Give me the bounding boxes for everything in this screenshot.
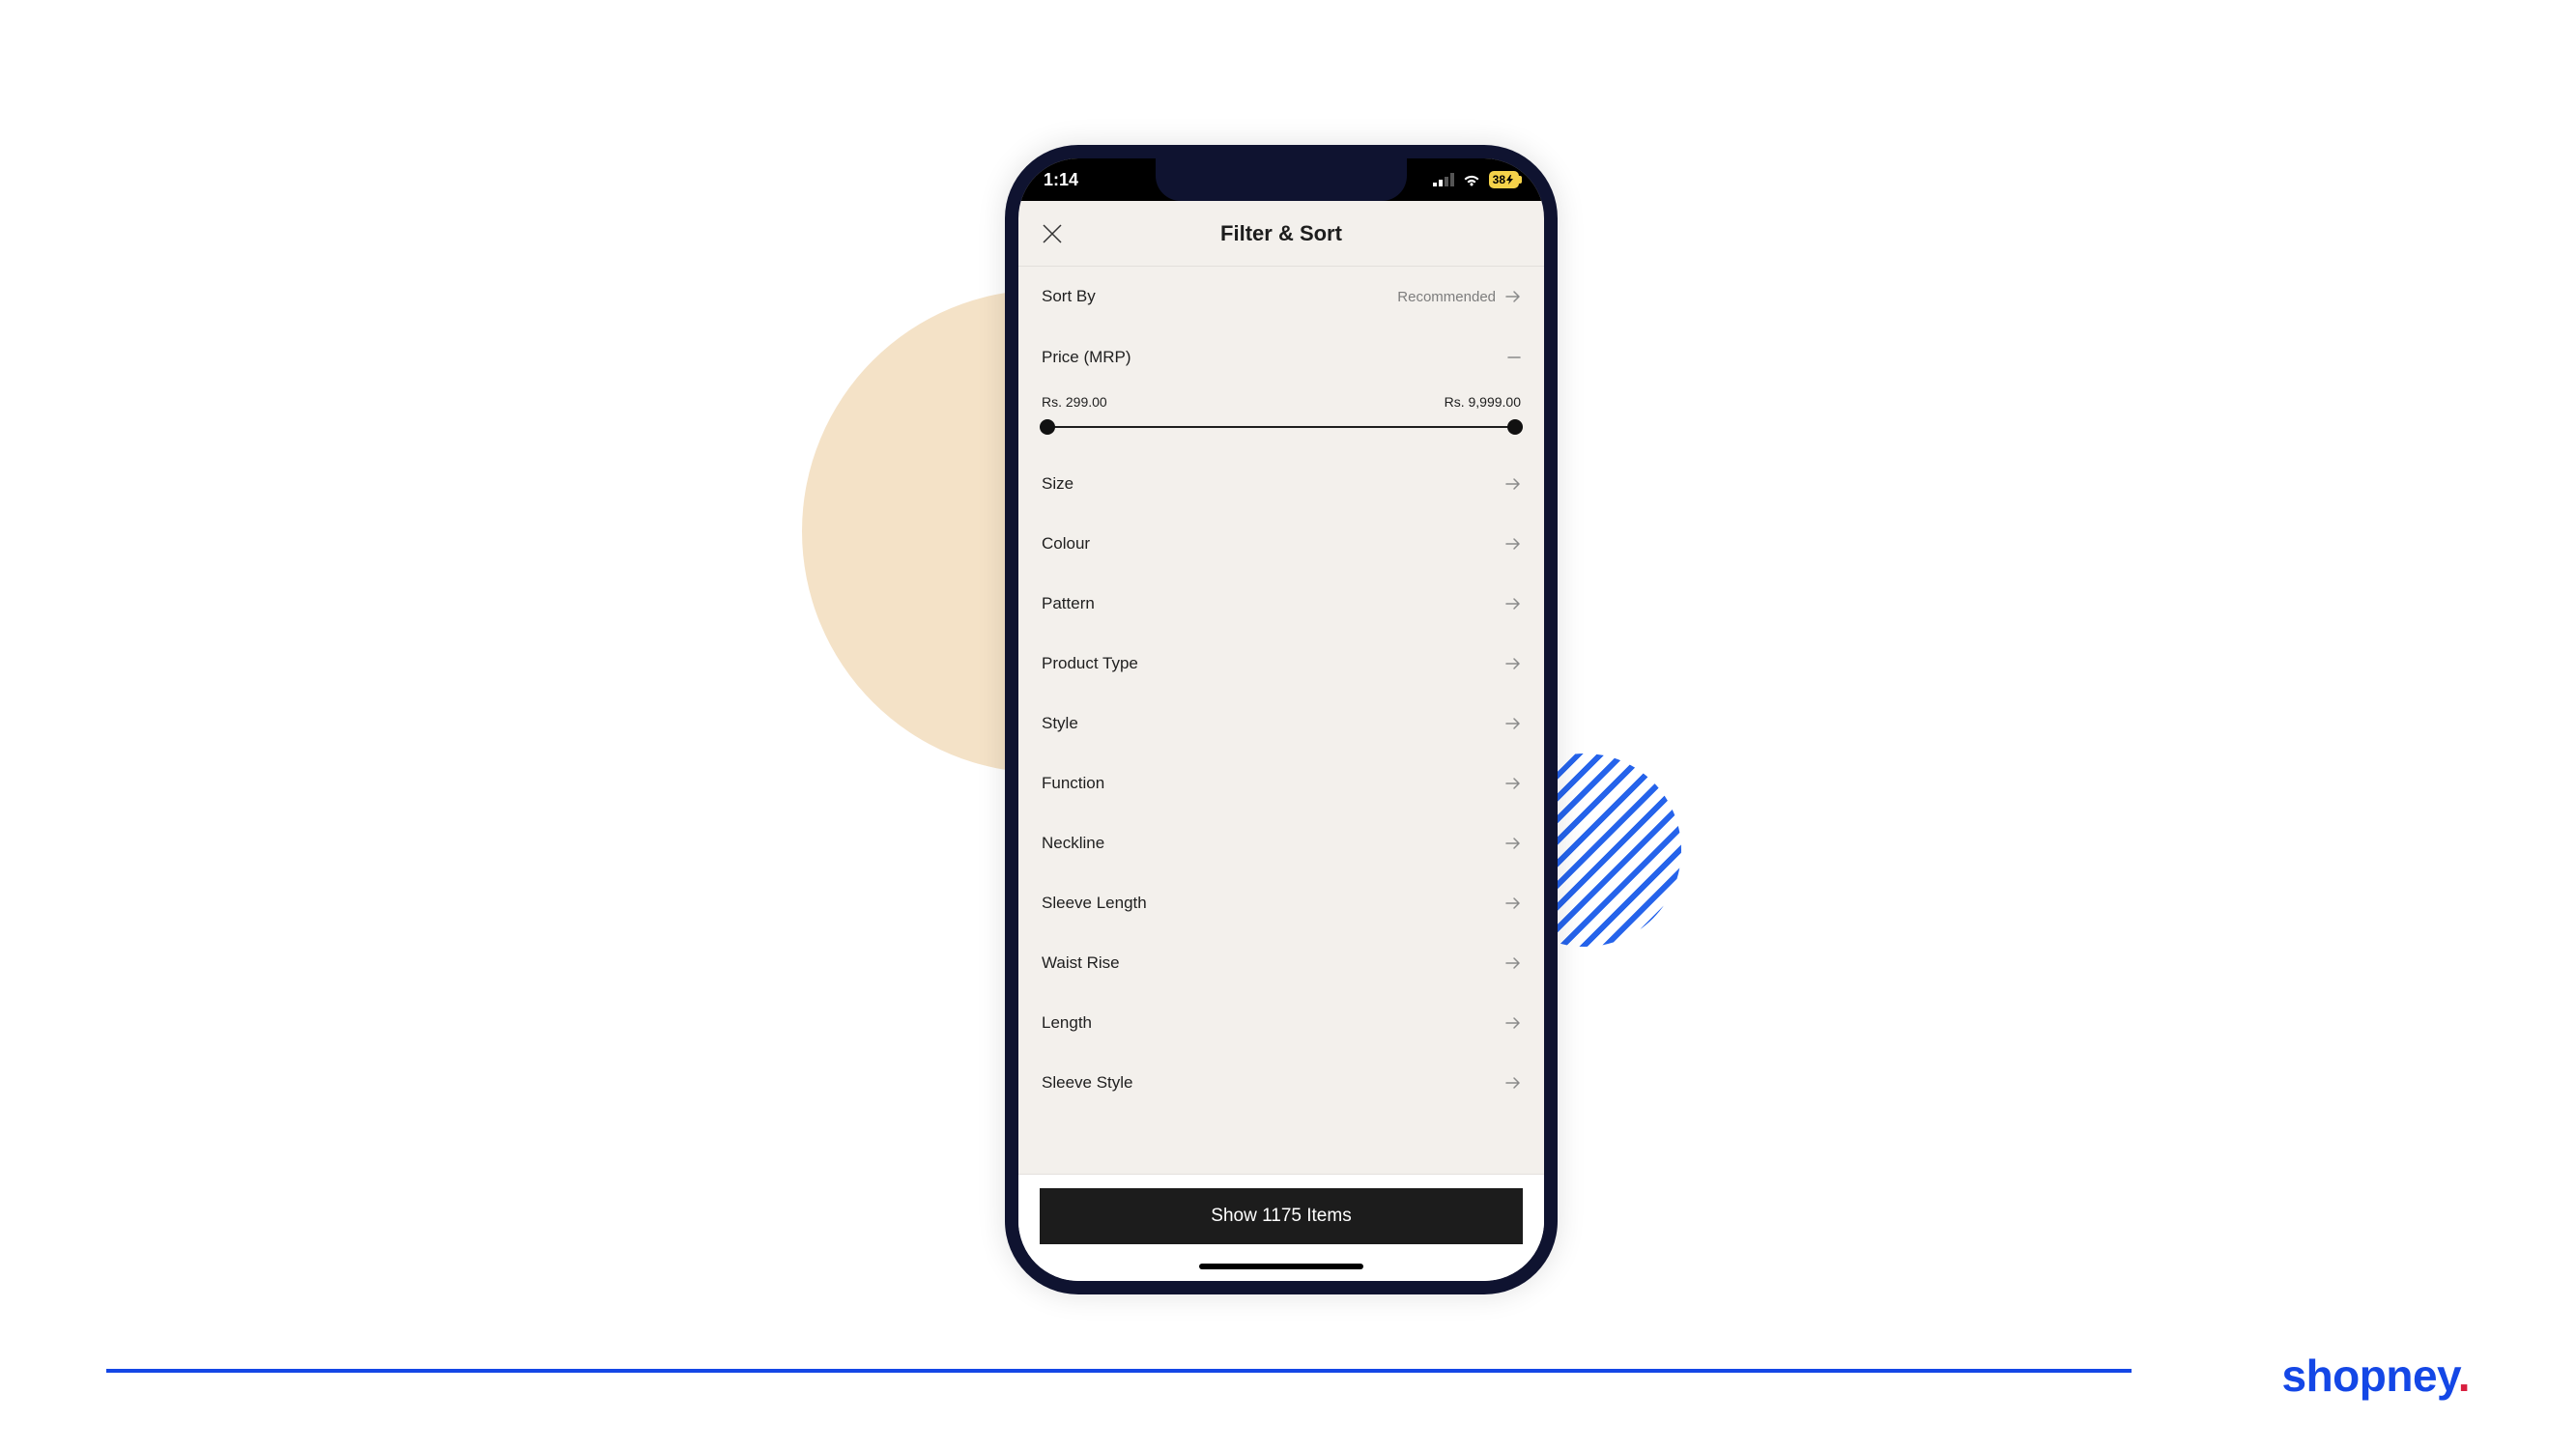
filter-label: Style: [1042, 714, 1078, 733]
arrow-right-icon: [1505, 956, 1521, 970]
price-filter-header[interactable]: Price (MRP): [1042, 338, 1521, 377]
status-time: 1:14: [1044, 170, 1078, 190]
sheet-header: Filter & Sort: [1018, 201, 1544, 267]
slider-track: [1047, 426, 1515, 428]
arrow-right-icon: [1505, 477, 1521, 491]
filter-row[interactable]: Colour: [1042, 514, 1521, 574]
arrow-right-icon: [1505, 1076, 1521, 1090]
filter-label: Waist Rise: [1042, 953, 1120, 973]
phone-frame: 1:14 38 Filter & Sort Sort By: [1005, 145, 1558, 1294]
home-indicator: [1199, 1264, 1363, 1269]
price-slider[interactable]: [1042, 417, 1521, 437]
arrow-right-icon: [1505, 1016, 1521, 1030]
arrow-right-icon: [1505, 777, 1521, 790]
arrow-right-icon: [1505, 290, 1521, 303]
filter-row[interactable]: Waist Rise: [1042, 933, 1521, 993]
phone-notch: [1156, 158, 1407, 201]
filter-row[interactable]: Function: [1042, 753, 1521, 813]
filter-label: Product Type: [1042, 654, 1138, 673]
battery-indicator: 38: [1489, 171, 1519, 188]
close-icon[interactable]: [1042, 223, 1063, 244]
price-max: Rs. 9,999.00: [1445, 394, 1521, 410]
wifi-icon: [1462, 173, 1481, 186]
filter-label: Function: [1042, 774, 1104, 793]
filter-row[interactable]: Size: [1042, 454, 1521, 514]
price-range-labels: Rs. 299.00 Rs. 9,999.00: [1042, 394, 1521, 410]
filter-row[interactable]: Pattern: [1042, 574, 1521, 634]
minus-icon: [1507, 351, 1521, 364]
price-filter-section: Price (MRP) Rs. 299.00 Rs. 9,999.00: [1042, 327, 1521, 454]
show-items-button[interactable]: Show 1175 Items: [1040, 1188, 1523, 1244]
arrow-right-icon: [1505, 717, 1521, 730]
filter-label: Sleeve Length: [1042, 894, 1147, 913]
filter-row[interactable]: Length: [1042, 993, 1521, 1053]
arrow-right-icon: [1505, 657, 1521, 670]
arrow-right-icon: [1505, 837, 1521, 850]
filter-content: Sort By Recommended Price (MRP) Rs. 299.…: [1018, 267, 1544, 1142]
price-min: Rs. 299.00: [1042, 394, 1107, 410]
cellular-icon: [1433, 173, 1454, 186]
stage: 1:14 38 Filter & Sort Sort By: [0, 0, 2576, 1450]
filter-row[interactable]: Sleeve Style: [1042, 1053, 1521, 1113]
filter-row[interactable]: Sleeve Length: [1042, 873, 1521, 933]
sort-by-label: Sort By: [1042, 287, 1096, 306]
sort-by-row[interactable]: Sort By Recommended: [1042, 267, 1521, 327]
filter-label: Pattern: [1042, 594, 1095, 613]
filters-list: Size Colour Pattern Product Type Style Functi…: [1042, 454, 1521, 1113]
sort-by-value: Recommended: [1397, 289, 1496, 305]
phone-screen: 1:14 38 Filter & Sort Sort By: [1018, 158, 1544, 1281]
filter-label: Sleeve Style: [1042, 1073, 1133, 1093]
arrow-right-icon: [1505, 537, 1521, 551]
brand-logo: shopney.: [2281, 1350, 2470, 1402]
arrow-right-icon: [1505, 896, 1521, 910]
filter-row[interactable]: Style: [1042, 694, 1521, 753]
arrow-right-icon: [1505, 597, 1521, 611]
brand-underline: [106, 1369, 2132, 1373]
status-indicators: 38: [1433, 171, 1519, 188]
filter-label: Neckline: [1042, 834, 1104, 853]
filter-label: Size: [1042, 474, 1073, 494]
filter-label: Colour: [1042, 534, 1090, 554]
filter-row[interactable]: Product Type: [1042, 634, 1521, 694]
slider-handle-max[interactable]: [1507, 419, 1523, 435]
slider-handle-min[interactable]: [1040, 419, 1055, 435]
filter-label: Length: [1042, 1013, 1092, 1033]
page-title: Filter & Sort: [1220, 221, 1342, 246]
filter-row[interactable]: Neckline: [1042, 813, 1521, 873]
price-label: Price (MRP): [1042, 348, 1131, 367]
